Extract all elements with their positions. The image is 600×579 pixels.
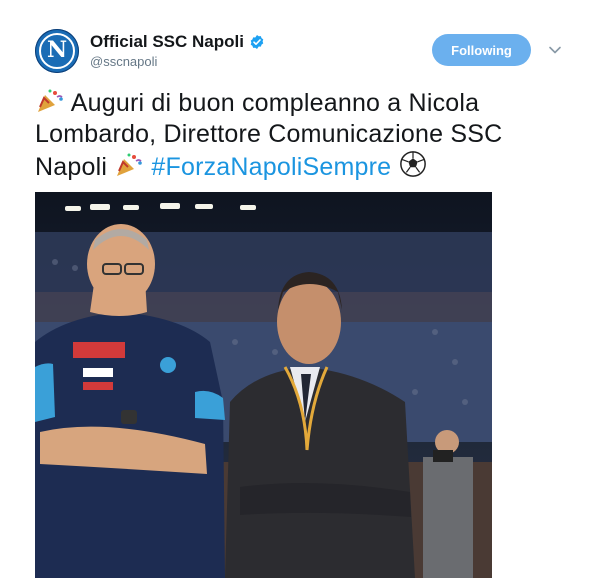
hashtag-link[interactable]: #ForzaNapoliSempre	[151, 153, 391, 181]
following-button[interactable]: Following	[432, 34, 531, 66]
author-handle[interactable]: @sscnapoli	[90, 54, 157, 70]
avatar[interactable]: N	[35, 29, 79, 73]
chevron-down-icon[interactable]	[548, 43, 562, 57]
tweet-text: Auguri di buon compleanno a Nicola Lomba…	[35, 88, 503, 183]
tweet-line-1-text: Auguri di buon compleanno a Nicola	[70, 89, 480, 117]
photo-illustration	[35, 192, 492, 578]
soccer-ball-icon	[400, 151, 427, 177]
tweet-line-2: Lombardo, Direttore Comunicazione SSC	[35, 120, 503, 148]
party-popper-icon	[117, 153, 143, 176]
verified-badge-icon	[250, 35, 264, 49]
party-popper-icon	[38, 89, 63, 112]
tweet-line-3: Napoli #ForzaNapoliSempre	[35, 150, 490, 183]
author-display-name[interactable]: Official SSC Napoli	[90, 31, 244, 53]
author-name-row: Official SSC Napoli	[90, 31, 265, 53]
tweet-line-1: Auguri di buon compleanno a Nicola	[35, 88, 490, 119]
tweet-line-3-text: Napoli	[35, 153, 108, 181]
avatar-logo-letter: N	[46, 37, 68, 63]
tweet-photo[interactable]	[35, 192, 492, 578]
